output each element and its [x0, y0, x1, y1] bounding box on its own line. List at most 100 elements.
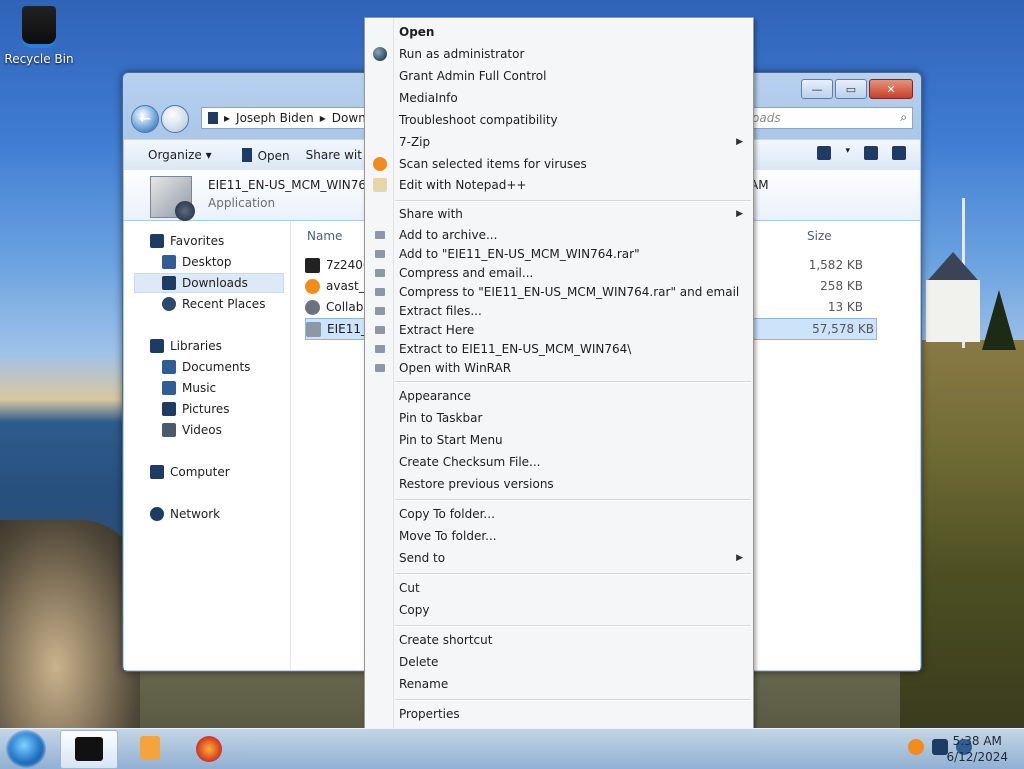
menu-item-add-to-rar[interactable]: Add to "EIE11_EN-US_MCM_WIN764.rar"	[365, 244, 753, 264]
avast-file-icon	[305, 278, 320, 294]
nav-network[interactable]: Network	[150, 504, 220, 524]
change-view-icon[interactable]	[817, 146, 832, 160]
menu-item-move-to-folder[interactable]: Move To folder...	[365, 526, 753, 546]
preview-pane-icon[interactable]	[864, 146, 878, 160]
open-icon	[241, 147, 252, 162]
breadcrumb-downloads[interactable]: Down	[332, 111, 366, 125]
menu-item-troubleshoot-compatibility[interactable]: Troubleshoot compatibility	[365, 110, 753, 130]
search-icon[interactable]: ⌕	[900, 110, 907, 125]
breadcrumb-separator-icon: ▸	[224, 111, 231, 125]
installer-file-icon	[306, 321, 321, 337]
downloads-icon	[162, 276, 176, 290]
close-button[interactable]: ✕	[869, 79, 913, 99]
menu-item-scan-for-viruses[interactable]: Scan selected items for viruses	[365, 154, 753, 174]
notepad-icon	[373, 178, 387, 192]
nav-desktop[interactable]: Desktop	[162, 252, 232, 272]
taskbar-firefox-button[interactable]	[182, 730, 238, 767]
nav-computer[interactable]: Computer	[150, 462, 230, 482]
pictures-icon	[162, 402, 176, 416]
view-dropdown-icon[interactable]: ▾	[845, 146, 850, 160]
start-button[interactable]	[6, 730, 46, 768]
menu-item-rename[interactable]: Rename	[365, 674, 753, 694]
winrar-icon	[375, 326, 385, 334]
address-bar[interactable]: ▸ Joseph Biden ▸ Down	[201, 107, 379, 129]
menu-separator	[395, 573, 751, 575]
details-file-name: EIE11_EN-US_MCM_WIN764	[208, 178, 374, 192]
menu-item-appearance[interactable]: Appearance	[365, 386, 753, 406]
menu-separator	[395, 699, 751, 701]
7zip-file-icon	[305, 257, 320, 273]
menu-item-add-to-archive[interactable]: Add to archive...	[365, 225, 753, 245]
winrar-icon	[375, 345, 385, 353]
recycle-bin[interactable]: Recycle Bin	[4, 6, 74, 66]
taskbar-explorer-button[interactable]	[60, 730, 118, 769]
menu-item-pin-to-start-menu[interactable]: Pin to Start Menu	[365, 430, 753, 450]
menu-item-delete[interactable]: Delete	[365, 652, 753, 672]
gear-file-icon	[305, 299, 320, 315]
menu-item-restore-previous-versions[interactable]: Restore previous versions	[365, 474, 753, 494]
column-header-size[interactable]: Size	[807, 229, 832, 243]
menu-item-run-as-administrator[interactable]: Run as administrator	[365, 44, 753, 64]
menu-item-properties[interactable]: Properties	[365, 704, 753, 724]
network-icon	[150, 507, 164, 521]
videos-icon	[162, 423, 176, 437]
organize-button[interactable]: Organize ▾	[148, 148, 212, 162]
menu-item-cut[interactable]: Cut	[365, 578, 753, 598]
explorer-icon	[75, 737, 103, 761]
menu-item-open-with-winrar[interactable]: Open with WinRAR	[365, 358, 753, 378]
menu-separator	[395, 381, 751, 383]
menu-item-send-to[interactable]: Send to ▶	[365, 548, 753, 568]
nav-music[interactable]: Music	[162, 378, 216, 398]
menu-item-extract-files[interactable]: Extract files...	[365, 301, 753, 321]
nav-libraries[interactable]: Libraries	[150, 336, 222, 356]
menu-item-mediainfo[interactable]: MediaInfo	[365, 88, 753, 108]
window-controls: — ▭ ✕	[801, 79, 913, 99]
menu-item-copy[interactable]: Copy	[365, 600, 753, 620]
nav-pictures[interactable]: Pictures	[162, 399, 230, 419]
back-button[interactable]: ←	[131, 105, 159, 133]
forward-button[interactable]: →	[161, 105, 189, 133]
menu-item-extract-to-folder[interactable]: Extract to EIE11_EN-US_MCM_WIN764\	[365, 339, 753, 359]
menu-item-pin-to-taskbar[interactable]: Pin to Taskbar	[365, 408, 753, 428]
recycle-bin-label: Recycle Bin	[4, 52, 74, 66]
nav-recent-places[interactable]: Recent Places	[162, 294, 265, 314]
menu-item-grant-admin-full-control[interactable]: Grant Admin Full Control	[365, 66, 753, 86]
help-icon[interactable]	[892, 146, 906, 160]
menu-separator	[395, 200, 751, 202]
minimize-button[interactable]: —	[801, 79, 833, 99]
winrar-icon	[375, 307, 385, 315]
nav-downloads[interactable]: Downloads	[134, 273, 284, 293]
column-header-name[interactable]: Name	[307, 229, 342, 243]
maximize-button[interactable]: ▭	[835, 79, 867, 99]
menu-item-create-checksum-file[interactable]: Create Checksum File...	[365, 452, 753, 472]
context-menu: Open Run as administrator Grant Admin Fu…	[364, 17, 754, 729]
menu-item-share-with[interactable]: Share with ▶	[365, 204, 753, 224]
menu-item-open[interactable]: Open	[365, 22, 753, 42]
nav-videos[interactable]: Videos	[162, 420, 222, 440]
winrar-icon	[375, 288, 385, 296]
menu-item-7zip[interactable]: 7-Zip ▶	[365, 132, 753, 152]
menu-item-copy-to-folder[interactable]: Copy To folder...	[365, 504, 753, 524]
submenu-arrow-icon: ▶	[736, 209, 743, 219]
menu-item-compress-to-rar-and-email[interactable]: Compress to "EIE11_EN-US_MCM_WIN764.rar"…	[365, 282, 753, 302]
taskbar-media-player-button[interactable]	[122, 730, 178, 767]
share-with-button[interactable]: Share wit	[306, 148, 362, 162]
open-button[interactable]: Open	[241, 147, 290, 163]
menu-item-compress-and-email[interactable]: Compress and email...	[365, 263, 753, 283]
submenu-arrow-icon: ▶	[736, 137, 743, 147]
system-clock[interactable]: 5:38 AM 6/12/2024	[946, 733, 1008, 765]
avast-icon	[373, 157, 387, 171]
application-icon	[150, 176, 195, 221]
menu-item-edit-with-notepad[interactable]: Edit with Notepad++	[365, 175, 753, 195]
libraries-icon	[150, 339, 164, 353]
computer-icon	[150, 465, 164, 479]
menu-item-extract-here[interactable]: Extract Here	[365, 320, 753, 340]
nav-documents[interactable]: Documents	[162, 357, 250, 377]
avast-tray-icon[interactable]	[908, 739, 924, 755]
breadcrumb-separator-icon: ▸	[319, 111, 326, 125]
menu-item-create-shortcut[interactable]: Create shortcut	[365, 630, 753, 650]
clock-time: 5:38 AM	[952, 734, 1002, 748]
search-input[interactable]: oads ⌕	[747, 107, 913, 129]
nav-favorites[interactable]: Favorites	[150, 231, 224, 251]
breadcrumb-user[interactable]: Joseph Biden	[236, 111, 314, 125]
